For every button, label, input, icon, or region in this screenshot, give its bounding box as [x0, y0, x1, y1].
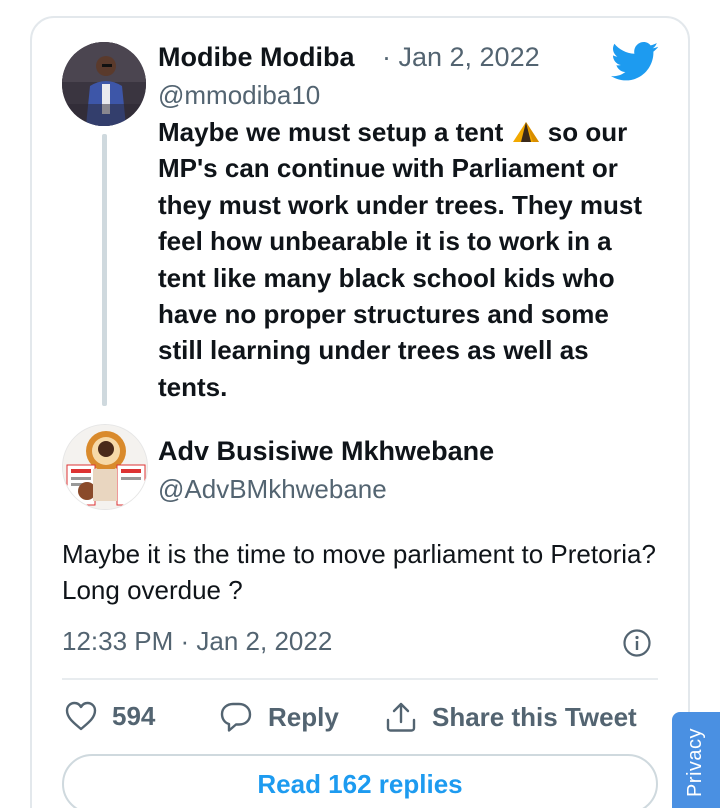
- main-author-name[interactable]: Adv Busisiwe Mkhwebane: [158, 436, 494, 467]
- share-icon: [386, 702, 416, 732]
- reply-label: Reply: [268, 701, 339, 732]
- parent-tweet-text: Maybe we must setup a tent so our MP's c…: [158, 114, 658, 405]
- like-count: 594: [112, 700, 156, 731]
- read-replies-button[interactable]: Read 162 replies: [62, 754, 658, 808]
- share-label: Share this Tweet: [432, 701, 637, 732]
- like-button[interactable]: 594: [64, 700, 155, 732]
- info-icon[interactable]: [622, 628, 652, 658]
- parent-text-part-2: so our MP's can continue with Parliament…: [158, 117, 643, 402]
- parent-tweet-date[interactable]: · Jan 2, 2022: [382, 42, 540, 73]
- heart-icon: [65, 701, 97, 731]
- divider: [62, 678, 658, 680]
- tweet-timestamp[interactable]: 12:33 PM · Jan 2, 2022: [62, 626, 332, 657]
- main-author-handle[interactable]: @AdvBMkhwebane: [158, 474, 387, 505]
- parent-author-name[interactable]: Modibe Modiba: [158, 42, 354, 73]
- main-author-avatar[interactable]: [62, 424, 148, 510]
- privacy-tab[interactable]: Privacy: [672, 712, 720, 808]
- privacy-label: Privacy: [684, 727, 707, 797]
- thread-line: [102, 134, 107, 406]
- tent-emoji: [512, 122, 539, 142]
- twitter-bird-icon[interactable]: [610, 42, 660, 82]
- share-button[interactable]: Share this Tweet: [384, 700, 637, 734]
- reply-icon: [220, 702, 252, 732]
- main-tweet-text: Maybe it is the time to move parliament …: [62, 539, 656, 605]
- reply-button[interactable]: Reply: [218, 700, 339, 734]
- parent-author-avatar[interactable]: [62, 42, 146, 126]
- parent-author-handle[interactable]: @mmodiba10: [158, 80, 320, 111]
- parent-text-part-1: Maybe we must setup a tent: [158, 117, 511, 147]
